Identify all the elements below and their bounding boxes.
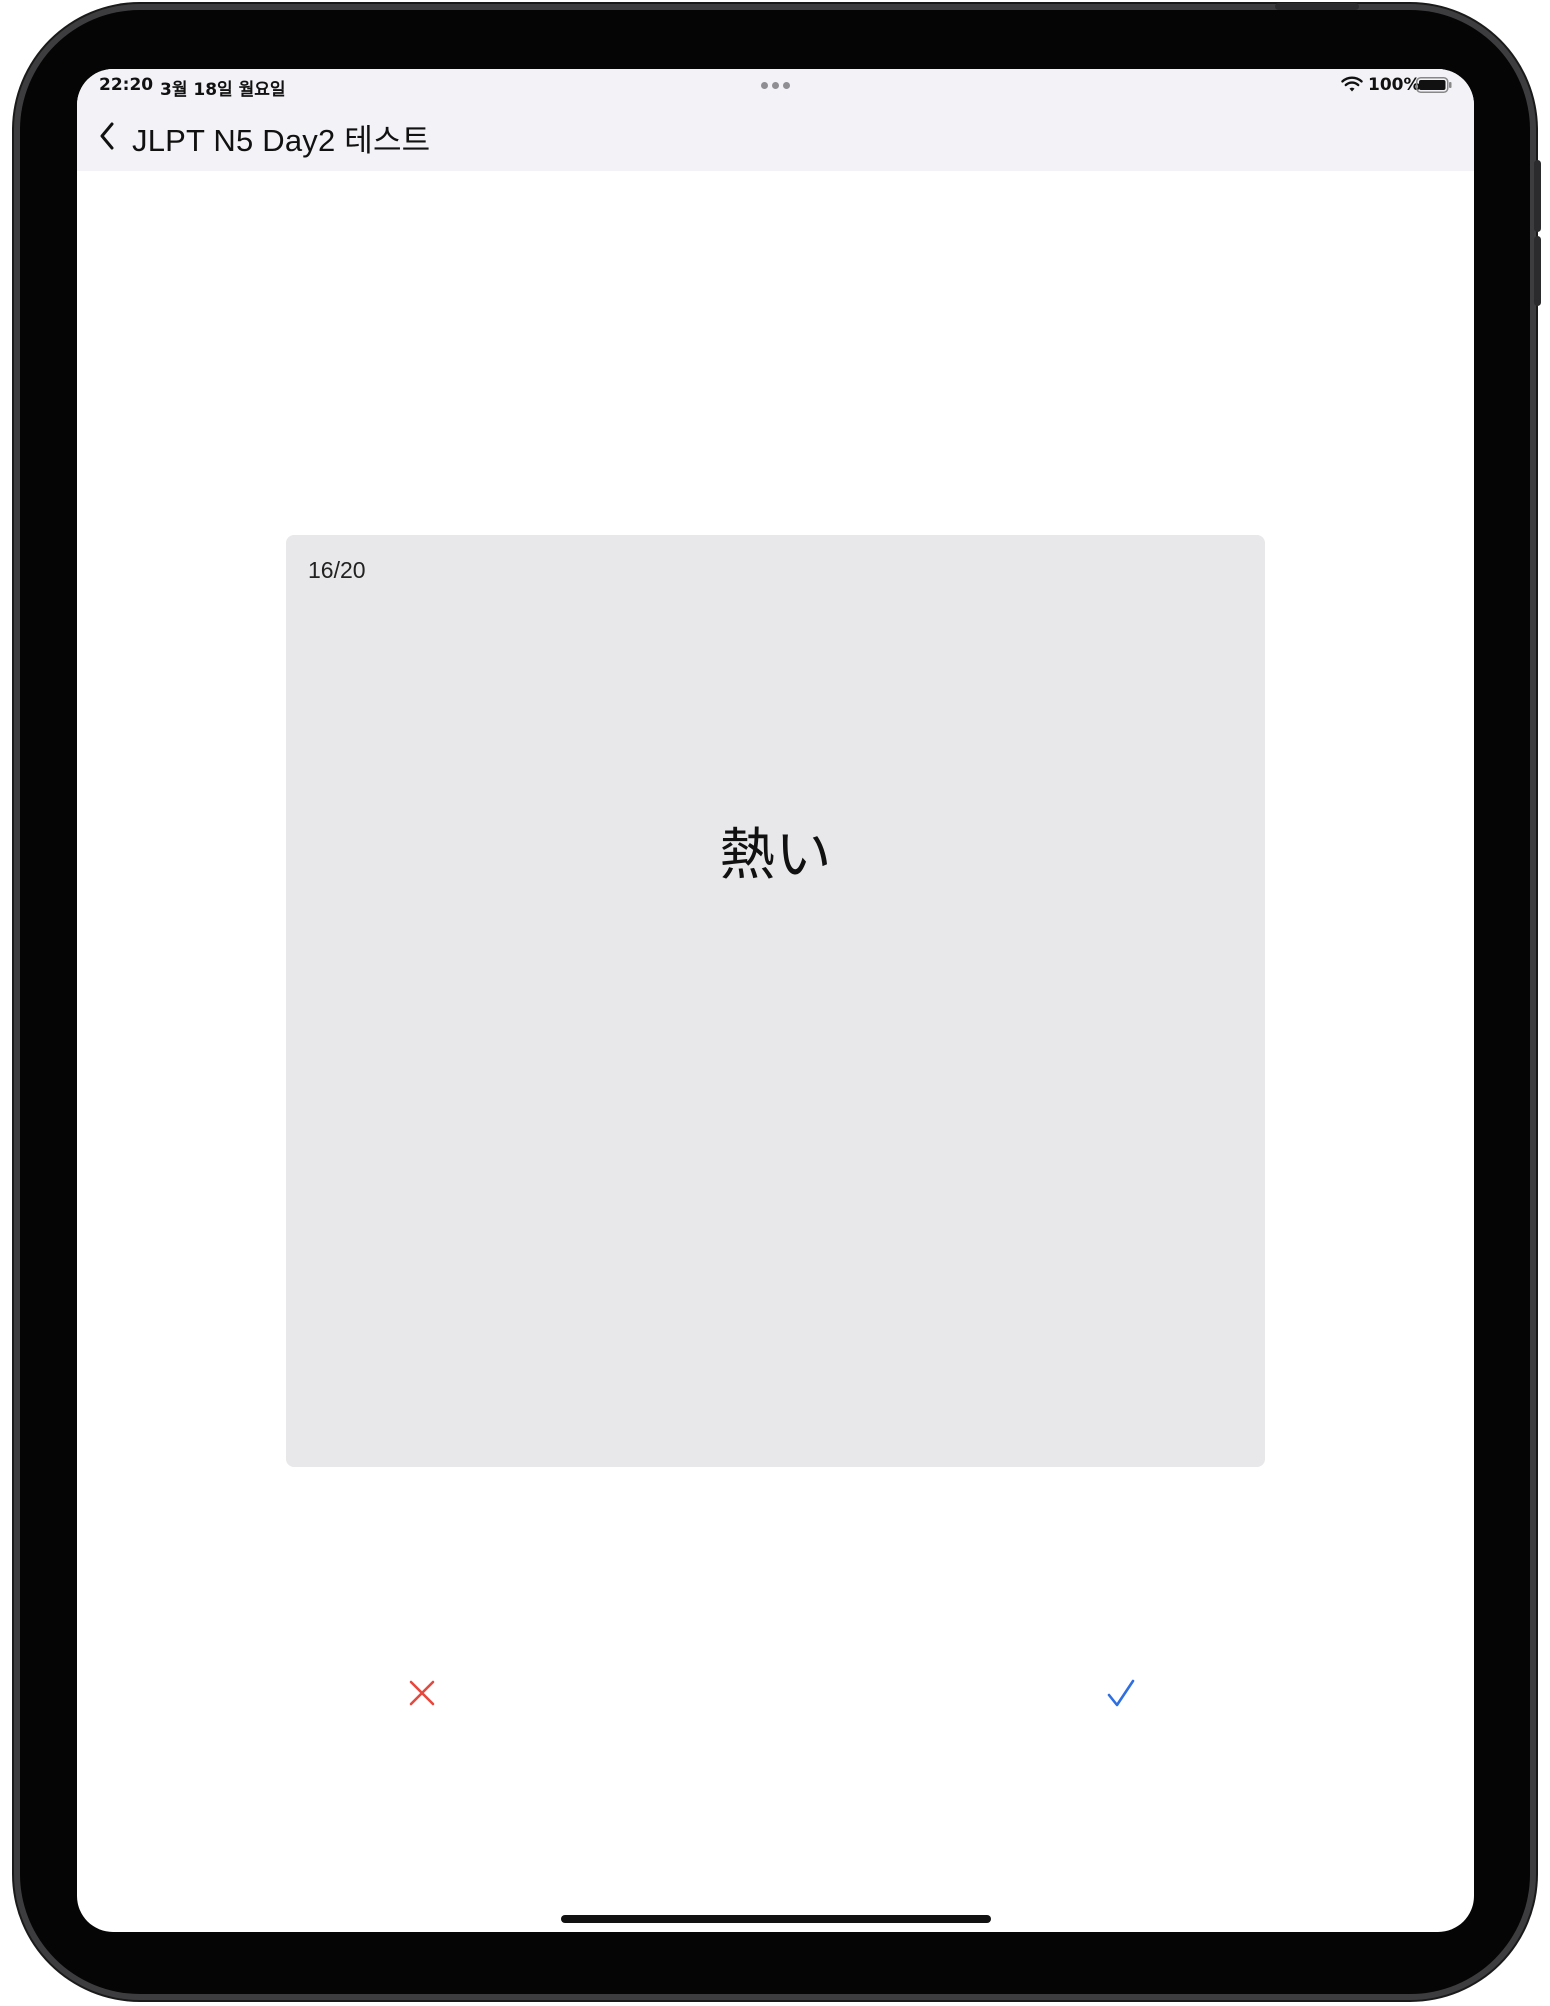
volume-down-hardware-button: [1534, 236, 1541, 306]
flashcard[interactable]: 16/20 熱い: [286, 535, 1265, 1467]
flashcard-word: 熱い: [719, 823, 832, 888]
battery-icon: [1416, 77, 1452, 93]
progress-counter: 16/20: [308, 557, 366, 583]
top-hardware-button: [1275, 3, 1359, 10]
navigation-bar: JLPT N5 Day2 테스트: [77, 101, 1474, 171]
multitask-dots-icon[interactable]: [761, 82, 790, 89]
page-title: JLPT N5 Day2 테스트: [132, 123, 431, 158]
back-button[interactable]: [93, 111, 121, 161]
status-bar: 22:20 3월 18일 월요일 100%: [77, 69, 1474, 101]
status-time: 22:20: [99, 75, 154, 95]
chevron-left-icon: [100, 122, 114, 150]
correct-answer-button[interactable]: [1081, 1653, 1161, 1733]
x-mark-icon: [409, 1680, 435, 1706]
wifi-icon: [1341, 76, 1363, 92]
home-indicator[interactable]: [561, 1915, 991, 1923]
screen: 22:20 3월 18일 월요일 100% JLPT N5 Day2 테스트 1…: [77, 69, 1474, 1932]
battery-percentage: 100%: [1368, 75, 1421, 95]
checkmark-icon: [1107, 1679, 1135, 1707]
wrong-answer-button[interactable]: [382, 1653, 462, 1733]
status-date: 3월 18일 월요일: [160, 80, 286, 100]
volume-up-hardware-button: [1534, 160, 1541, 232]
